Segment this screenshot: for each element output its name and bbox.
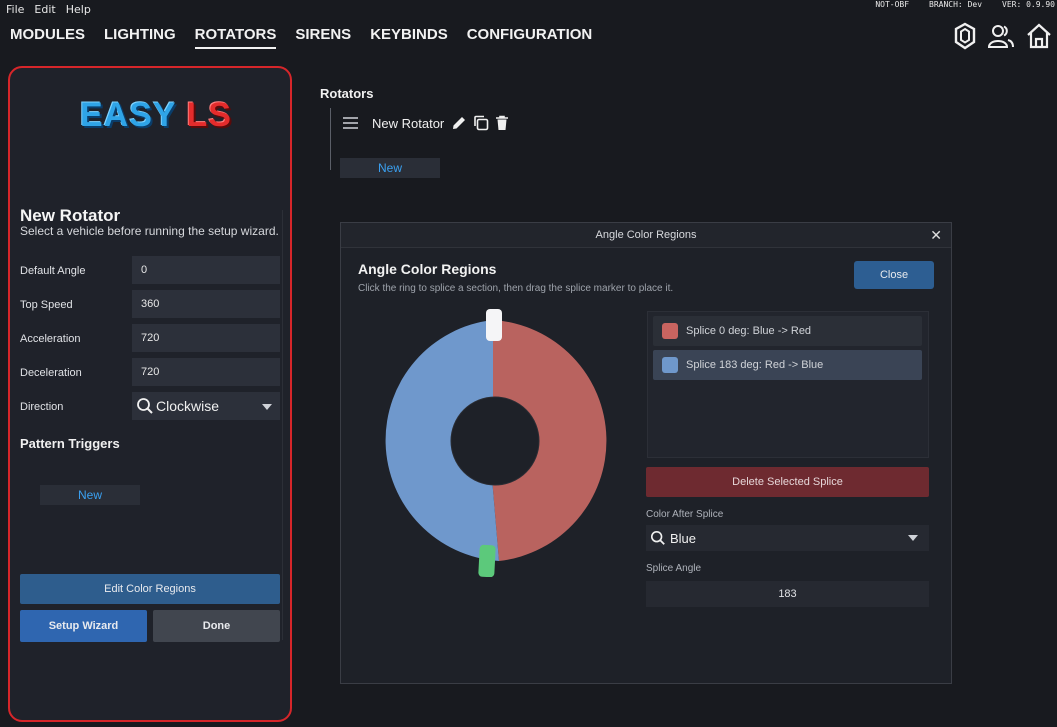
close-icon[interactable]: ✕ <box>930 223 942 248</box>
splice-angle-input[interactable]: 183 <box>646 581 929 607</box>
color-after-splice-label: Color After Splice <box>646 509 724 520</box>
trash-icon[interactable] <box>494 114 510 132</box>
acceleration-label: Acceleration <box>20 333 81 345</box>
rotator-editor-panel: EASY LS New Rotator Select a vehicle bef… <box>8 66 292 722</box>
splice-angle-label: Splice Angle <box>646 563 702 574</box>
drag-handle-icon[interactable] <box>342 116 359 130</box>
splice-label: Splice 0 deg: Blue -> Red <box>686 325 812 337</box>
new-rotator-button[interactable]: New <box>340 158 440 178</box>
dialog-subtitle: Click the ring to splice a section, then… <box>358 283 674 294</box>
chevron-down-icon <box>262 404 272 410</box>
close-button[interactable]: Close <box>854 261 934 289</box>
users-icon[interactable] <box>987 22 1015 50</box>
tab-configuration[interactable]: CONFIGURATION <box>467 26 593 46</box>
search-icon <box>137 398 153 414</box>
angle-color-regions-dialog: Angle Color Regions ✕ Angle Color Region… <box>340 222 952 684</box>
obf-status: NOT-OBF <box>875 0 910 9</box>
setup-wizard-button[interactable]: Setup Wizard <box>20 610 147 642</box>
pattern-triggers-title: Pattern Triggers <box>20 436 120 451</box>
splice-item-183[interactable]: Splice 183 deg: Red -> Blue <box>653 350 922 380</box>
panel-scroll-track <box>282 210 283 640</box>
branch-status: BRANCH: Dev <box>929 0 983 9</box>
ring-hole <box>450 396 540 486</box>
color-after-splice-select[interactable]: Blue <box>646 525 929 551</box>
rotator-list-item[interactable]: New Rotator <box>342 113 514 133</box>
color-after-splice-value: Blue <box>670 530 697 546</box>
search-icon <box>650 530 665 545</box>
direction-label: Direction <box>20 401 64 413</box>
menu-file[interactable]: File <box>2 3 28 16</box>
shield-icon[interactable] <box>953 22 977 50</box>
tree-line <box>330 108 331 170</box>
status-bar: NOT-OBF BRANCH: Dev VER: 0.9.90 <box>875 0 1057 12</box>
dialog-window-title: Angle Color Regions <box>595 229 697 241</box>
edit-pencil-icon[interactable] <box>450 114 468 132</box>
menu-help[interactable]: Help <box>62 3 95 16</box>
top-speed-input[interactable]: 360 <box>132 290 280 318</box>
version-status: VER: 0.9.90 <box>1002 0 1055 9</box>
splice-label: Splice 183 deg: Red -> Blue <box>686 359 824 371</box>
splice-item-0[interactable]: Splice 0 deg: Blue -> Red <box>653 316 922 346</box>
splice-marker-183[interactable] <box>478 544 496 577</box>
tab-modules[interactable]: MODULES <box>10 26 85 46</box>
main-nav: MODULES LIGHTING ROTATORS SIRENS KEYBIND… <box>0 26 601 49</box>
rotators-title: Rotators <box>320 86 374 101</box>
dialog-titlebar: Angle Color Regions ✕ <box>341 223 951 248</box>
deceleration-label: Deceleration <box>20 367 82 379</box>
splice-color-swatch <box>662 323 678 339</box>
splice-marker-0[interactable] <box>486 309 502 341</box>
home-icon[interactable] <box>1025 22 1053 50</box>
direction-select[interactable]: Clockwise <box>132 392 280 420</box>
splice-color-swatch <box>662 357 678 373</box>
edit-color-regions-button[interactable]: Edit Color Regions <box>20 574 280 604</box>
done-button[interactable]: Done <box>153 610 280 642</box>
app-logo: EASY LS <box>80 96 232 134</box>
copy-icon[interactable] <box>472 114 490 132</box>
direction-value: Clockwise <box>156 398 220 414</box>
splice-list: Splice 0 deg: Blue -> Red Splice 183 deg… <box>647 311 929 458</box>
deceleration-input[interactable]: 720 <box>132 358 280 386</box>
default-angle-label: Default Angle <box>20 265 86 277</box>
angle-ring[interactable] <box>371 307 621 577</box>
tab-rotators[interactable]: ROTATORS <box>194 26 276 49</box>
rotator-title: New Rotator <box>20 206 121 225</box>
tab-keybinds[interactable]: KEYBINDS <box>370 26 448 46</box>
default-angle-input[interactable]: 0 <box>132 256 280 284</box>
delete-splice-button[interactable]: Delete Selected Splice <box>646 467 929 497</box>
rotator-name: New Rotator <box>372 115 445 131</box>
menu-edit[interactable]: Edit <box>30 3 59 16</box>
tab-lighting[interactable]: LIGHTING <box>104 26 176 46</box>
header-icons <box>953 22 1053 50</box>
chevron-down-icon <box>908 535 918 541</box>
dialog-title: Angle Color Regions <box>358 261 497 277</box>
new-trigger-button[interactable]: New <box>40 485 140 505</box>
tab-sirens[interactable]: SIRENS <box>295 26 351 46</box>
acceleration-input[interactable]: 720 <box>132 324 280 352</box>
rotator-subtitle: Select a vehicle before running the setu… <box>20 224 279 238</box>
top-speed-label: Top Speed <box>20 299 73 311</box>
